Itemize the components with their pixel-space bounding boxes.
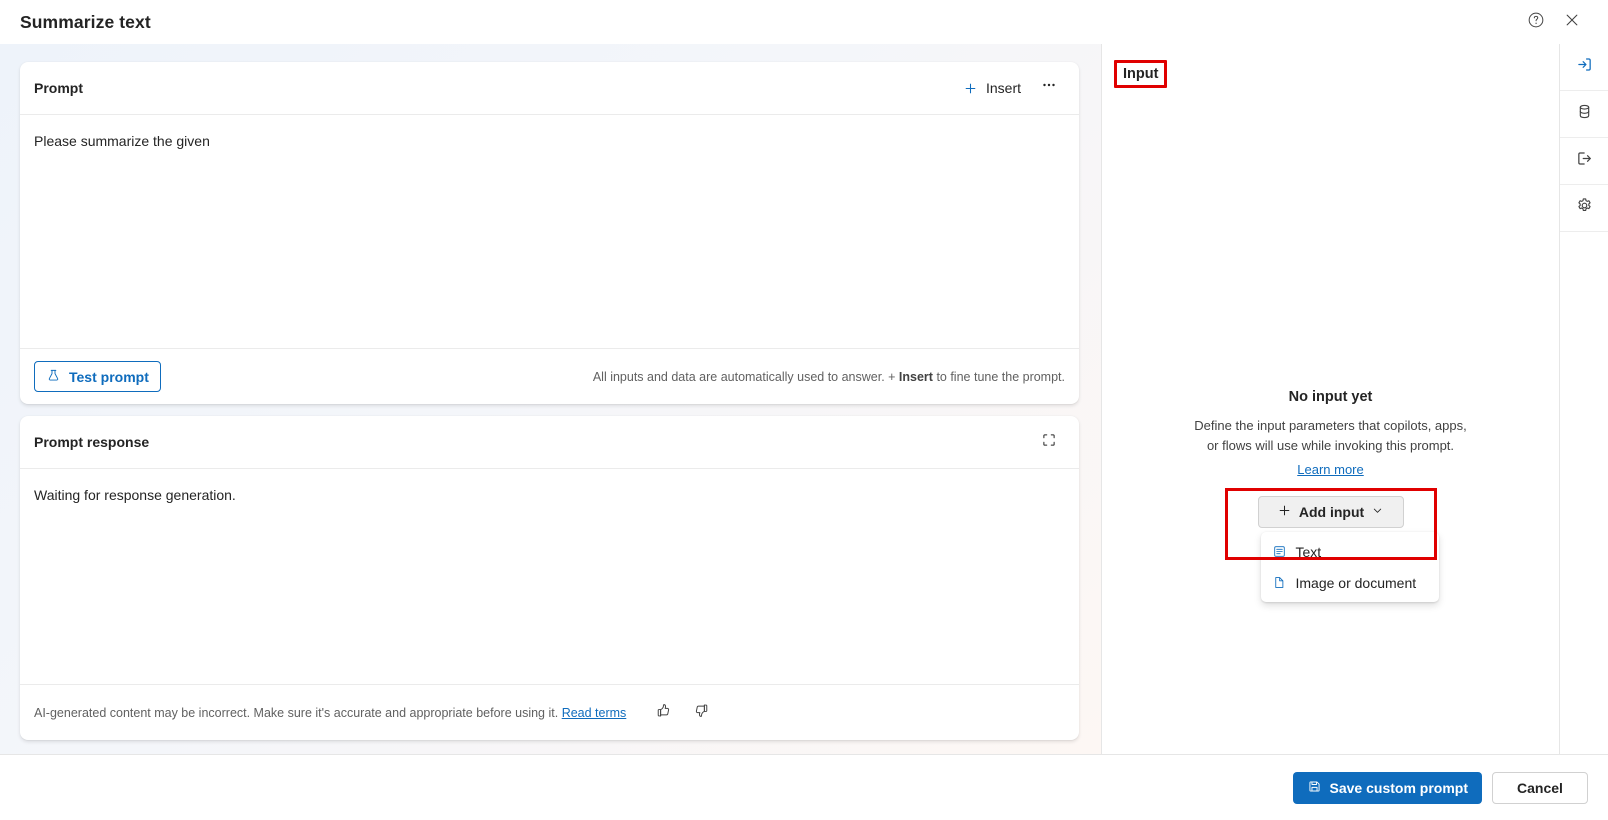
thumbs-down-icon [693, 702, 710, 724]
disclaimer-text: AI-generated content may be incorrect. M… [34, 705, 562, 720]
text-list-icon [1272, 544, 1287, 559]
ai-disclaimer: AI-generated content may be incorrect. M… [34, 706, 626, 720]
menu-item-text-label: Text [1295, 543, 1322, 560]
menu-item-image-or-document-label: Image or document [1295, 574, 1417, 591]
insert-button[interactable]: Insert [955, 73, 1029, 103]
insert-button-label: Insert [985, 80, 1021, 96]
menu-item-image-or-document[interactable]: Image or document [1261, 567, 1439, 598]
input-panel: Input No input yet Define the input para… [1101, 44, 1608, 754]
menu-item-text[interactable]: Text [1261, 536, 1439, 567]
empty-state-title: No input yet [1288, 389, 1373, 405]
rail-button-output[interactable] [1560, 138, 1608, 185]
right-rail [1559, 44, 1608, 754]
rail-button-data[interactable] [1560, 91, 1608, 138]
arrow-into-box-icon [1575, 55, 1594, 79]
read-terms-link[interactable]: Read terms [562, 706, 627, 720]
hint-bold: Insert [898, 369, 933, 384]
hint-prefix: All inputs and data are automatically us… [592, 369, 899, 384]
input-panel-heading-wrap: Input [1114, 60, 1168, 88]
hint-suffix: to fine tune the prompt. [932, 369, 1065, 384]
response-card-title: Prompt response [34, 434, 150, 450]
help-button[interactable] [1518, 6, 1554, 38]
rail-button-settings[interactable] [1560, 185, 1608, 232]
database-icon [1575, 102, 1594, 126]
summarize-text-dialog: Summarize text Prompt Insert Please summ… [0, 0, 1608, 820]
input-panel-content: Input No input yet Define the input para… [1102, 44, 1559, 754]
input-panel-heading: Input [1123, 66, 1159, 82]
empty-state-description-line2: or flows will use while invoking this pr… [1206, 438, 1455, 453]
prompt-card-title: Prompt [34, 80, 83, 96]
beaker-icon [46, 368, 61, 386]
dialog-titlebar: Summarize text [0, 0, 1608, 44]
save-icon [1307, 779, 1322, 797]
thumbs-down-button[interactable] [686, 699, 716, 727]
response-card-footer: AI-generated content may be incorrect. M… [20, 684, 1079, 740]
add-input-button-label: Add input [1298, 504, 1365, 520]
learn-more-link[interactable]: Learn more [1297, 462, 1363, 477]
prompt-card-footer: Test prompt All inputs and data are auto… [20, 348, 1079, 404]
document-icon [1272, 575, 1287, 590]
add-input-dropdown-menu: Text Image or document [1260, 532, 1439, 602]
chevron-down-icon [1371, 504, 1384, 520]
prompt-text-area[interactable]: Please summarize the given [20, 115, 1079, 348]
gear-icon [1575, 196, 1594, 220]
thumbs-up-icon [655, 702, 672, 724]
add-input-button[interactable]: Add input [1257, 496, 1404, 528]
prompt-footer-hint: All inputs and data are automatically us… [593, 370, 1065, 384]
cancel-button[interactable]: Cancel [1492, 771, 1588, 804]
add-input-zone: Add input Text Image or document [1224, 488, 1439, 602]
test-prompt-button-label: Test prompt [69, 368, 149, 385]
response-text-area: Waiting for response generation. [34, 487, 236, 503]
save-custom-prompt-label: Save custom prompt [1329, 779, 1468, 796]
dialog-footer: Save custom prompt Cancel [0, 754, 1608, 820]
test-prompt-button[interactable]: Test prompt [34, 361, 161, 392]
page-title: Summarize text [20, 11, 151, 32]
expand-response-button[interactable] [1033, 427, 1065, 457]
expand-icon [1041, 432, 1057, 453]
save-custom-prompt-button[interactable]: Save custom prompt [1292, 771, 1482, 804]
rail-button-input[interactable] [1560, 44, 1608, 91]
left-column: Prompt Insert Please summarize the given… [0, 44, 1101, 754]
thumbs-up-button[interactable] [648, 699, 678, 727]
plus-icon [963, 81, 978, 96]
feedback-buttons [648, 699, 716, 727]
close-icon [1563, 11, 1581, 34]
close-button[interactable] [1554, 6, 1590, 38]
prompt-card: Prompt Insert Please summarize the given… [20, 62, 1079, 404]
prompt-card-header: Prompt Insert [20, 62, 1079, 115]
plus-icon [1277, 503, 1292, 521]
prompt-response-card: Prompt response Waiting for response gen… [20, 416, 1079, 740]
empty-state-description: Define the input parameters that copilot… [1161, 416, 1501, 456]
arrow-out-of-box-icon [1575, 149, 1594, 173]
more-horizontal-icon [1040, 76, 1058, 94]
empty-state-description-line1: Define the input parameters that copilot… [1194, 418, 1467, 433]
response-card-header: Prompt response [20, 416, 1079, 469]
dialog-body: Prompt Insert Please summarize the given… [0, 44, 1608, 754]
empty-state: No input yet Define the input parameters… [1161, 389, 1501, 479]
help-circle-icon [1527, 11, 1545, 34]
prompt-more-options-button[interactable] [1033, 73, 1065, 103]
